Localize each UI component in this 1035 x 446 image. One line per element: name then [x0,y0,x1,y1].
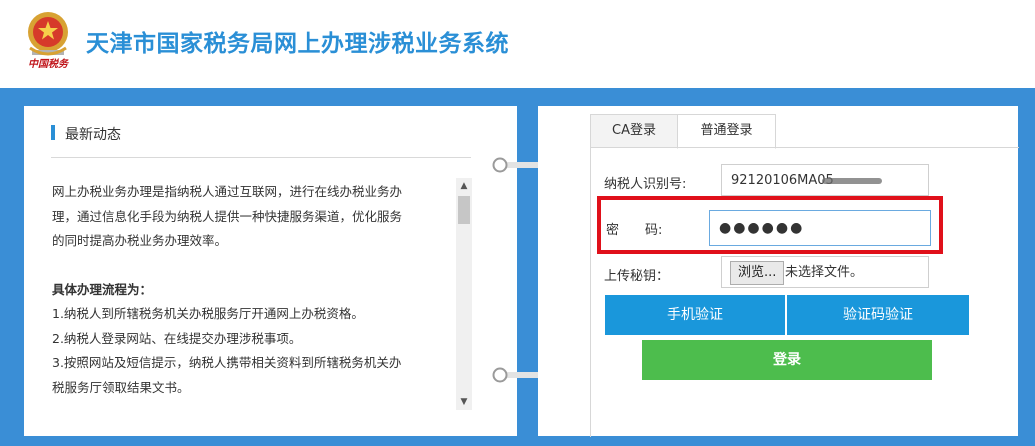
tab-normal-login[interactable]: 普通登录 [677,114,776,149]
taxid-input[interactable]: 92120106MA05 [721,164,929,196]
tab-ca-login[interactable]: CA登录 [590,114,678,147]
process-step: 3.按照网站及短信提示，纳税人携带相关资料到所辖税务机关办 [52,355,402,370]
redaction-mark [822,178,882,184]
scroll-down-icon[interactable]: ▼ [456,394,472,410]
no-file-text: 未选择文件。 [785,265,864,280]
password-label: 密 码: [606,223,663,238]
login-button[interactable]: 登录 [642,340,932,380]
taxid-label: 纳税人识别号: [604,177,687,192]
news-scrollbar[interactable]: ▲ ▼ [456,178,472,410]
news-content: 网上办税业务办理是指纳税人通过互联网，进行在线办税业务办 理，通过信息化手段为纳… [52,180,452,400]
process-step: 2.纳税人登录网站、在线提交办理涉税事项。 [52,330,302,346]
taxid-value: 92120106MA05 [731,173,834,188]
site-header: 中国税务 天津市国家税务局网上办理涉税业务系统 [0,0,1035,88]
news-panel: 最新动态 网上办税业务办理是指纳税人通过互联网，进行在线办税业务办 理，通过信息… [24,106,517,436]
news-paragraph-line: 的同时提高办税业务办理效率。 [52,233,228,248]
phone-verify-button[interactable]: 手机验证 [605,295,785,335]
news-divider [51,157,471,158]
process-title: 具体办理流程为： [52,281,153,297]
process-step: 1.纳税人到所辖税务机关办税服务厅开通网上办税资格。 [52,306,364,321]
news-heading: 最新动态 [51,124,121,144]
password-input[interactable]: ●●●●●● [709,210,931,246]
news-paragraph-line: 网上办税业务办理是指纳税人通过互联网，进行在线办税业务办 [52,184,403,199]
captcha-verify-button[interactable]: 验证码验证 [787,295,969,335]
upload-key-label: 上传秘钥： [604,269,670,284]
key-file-input[interactable]: 浏览... 未选择文件。 [721,256,929,288]
process-step: 税服务厅领取结果文书。 [52,379,190,395]
scroll-up-icon[interactable]: ▲ [456,178,472,194]
heading-accent-bar [51,125,55,140]
news-heading-label: 最新动态 [65,127,121,143]
emblem-caption: 中国税务 [28,59,68,70]
scroll-thumb[interactable] [458,196,470,224]
browse-button[interactable]: 浏览... [730,261,785,285]
news-paragraph-line: 理，通过信息化手段为纳税人提供一种快捷服务渠道，优化服务 [52,208,403,224]
site-title: 天津市国家税务局网上办理涉税业务系统 [86,31,509,57]
login-panel: CA登录 普通登录 纳税人识别号: 92120106MA05 密 码: ●●●●… [538,106,1019,437]
